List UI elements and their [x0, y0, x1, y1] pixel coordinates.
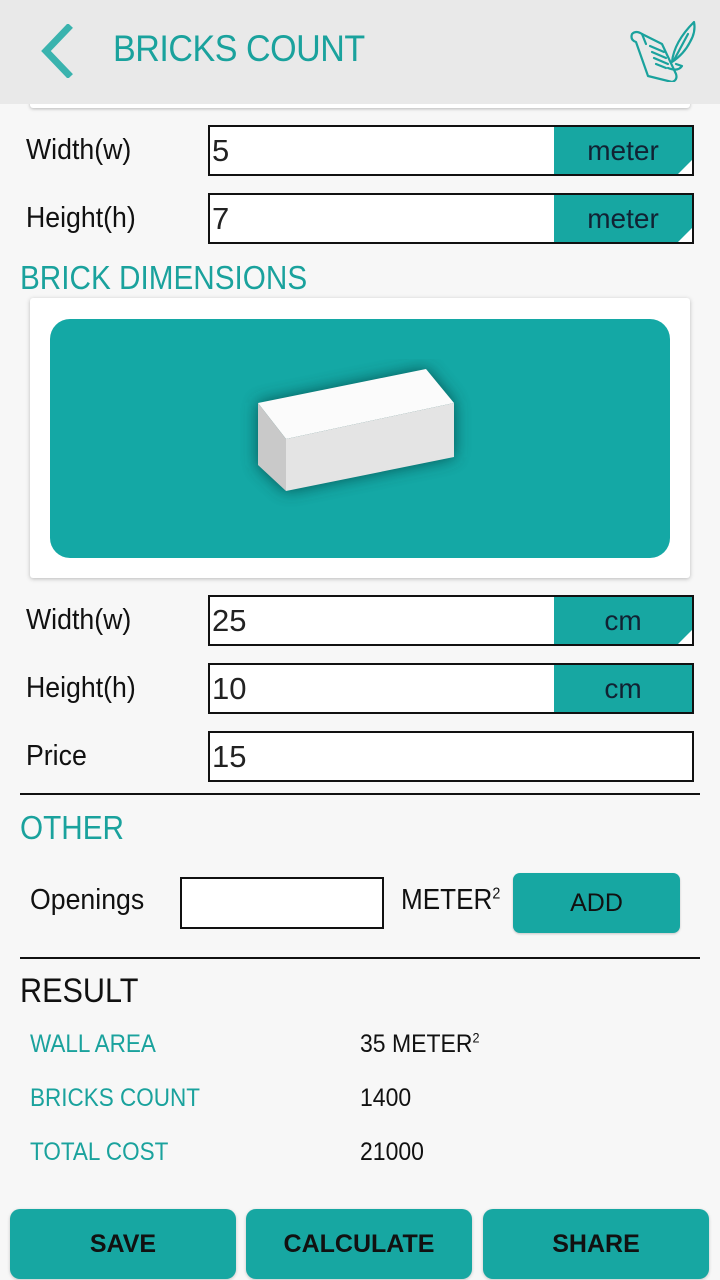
add-opening-button[interactable]: ADD — [513, 873, 680, 933]
wall-height-input[interactable] — [212, 195, 552, 242]
save-button[interactable]: SAVE — [10, 1209, 236, 1279]
wall-area-value: 35 METER2 — [360, 1030, 480, 1059]
brick-width-label: Width(w) — [26, 604, 132, 636]
price-field — [208, 731, 694, 782]
bricks-count-value: 1400 — [360, 1084, 412, 1112]
other-title: OTHER — [20, 809, 124, 846]
share-button[interactable]: SHARE — [483, 1209, 709, 1279]
openings-field — [180, 877, 384, 929]
divider — [20, 793, 700, 795]
brick-height-unit-select[interactable]: cm — [554, 665, 692, 712]
brick-height-field: cm — [208, 663, 694, 714]
wall-width-unit-select[interactable]: meter — [554, 127, 692, 174]
brick-icon — [258, 368, 454, 491]
value-superscript: 2 — [472, 1030, 480, 1046]
wall-width-input[interactable] — [212, 127, 552, 174]
scroll-quill-icon — [630, 20, 696, 84]
back-button[interactable] — [34, 23, 80, 79]
brick-width-input[interactable] — [212, 597, 552, 644]
unit-value: cm — [604, 604, 642, 636]
wall-width-field: meter — [208, 125, 694, 176]
openings-label: Openings — [30, 884, 145, 916]
dropdown-corner-icon — [678, 228, 692, 242]
wall-height-unit-select[interactable]: meter — [554, 195, 692, 242]
brick-width-field: cm — [208, 595, 694, 646]
wall-width-label: Width(w) — [26, 134, 132, 166]
unit-superscript: 2 — [492, 885, 501, 903]
brick-height-label: Height(h) — [26, 672, 136, 704]
unit-value: meter — [587, 134, 659, 166]
brick-width-unit-select[interactable]: cm — [554, 597, 692, 644]
price-label: Price — [26, 740, 87, 772]
total-cost-label: TOTAL COST — [30, 1138, 169, 1166]
calculate-button[interactable]: CALCULATE — [246, 1209, 472, 1279]
wall-height-label: Height(h) — [26, 202, 136, 234]
brick-image-panel — [50, 319, 670, 558]
dropdown-corner-icon — [678, 630, 692, 644]
brick-dimensions-title: BRICK DIMENSIONS — [20, 259, 308, 296]
total-cost-value: 21000 — [360, 1138, 424, 1166]
divider — [20, 957, 700, 959]
notes-button[interactable] — [628, 18, 700, 84]
unit-value: cm — [604, 672, 642, 704]
value-text: 35 METER — [360, 1030, 473, 1058]
bricks-count-label: BRICKS COUNT — [30, 1084, 201, 1112]
unit-value: meter — [587, 202, 659, 234]
wall-area-label: WALL AREA — [30, 1030, 156, 1058]
openings-unit-label: METER2 — [401, 884, 500, 917]
unit-text: METER — [401, 884, 493, 916]
page-title: BRICKS COUNT — [113, 28, 365, 69]
app-header: BRICKS COUNT — [0, 0, 720, 104]
price-input[interactable] — [212, 733, 682, 780]
chevron-left-icon — [41, 23, 73, 79]
dropdown-corner-icon — [678, 160, 692, 174]
result-title: RESULT — [20, 972, 139, 1010]
brick-height-input[interactable] — [212, 665, 552, 712]
brick-image-card — [30, 298, 690, 578]
openings-input[interactable] — [182, 879, 382, 927]
wall-height-field: meter — [208, 193, 694, 244]
